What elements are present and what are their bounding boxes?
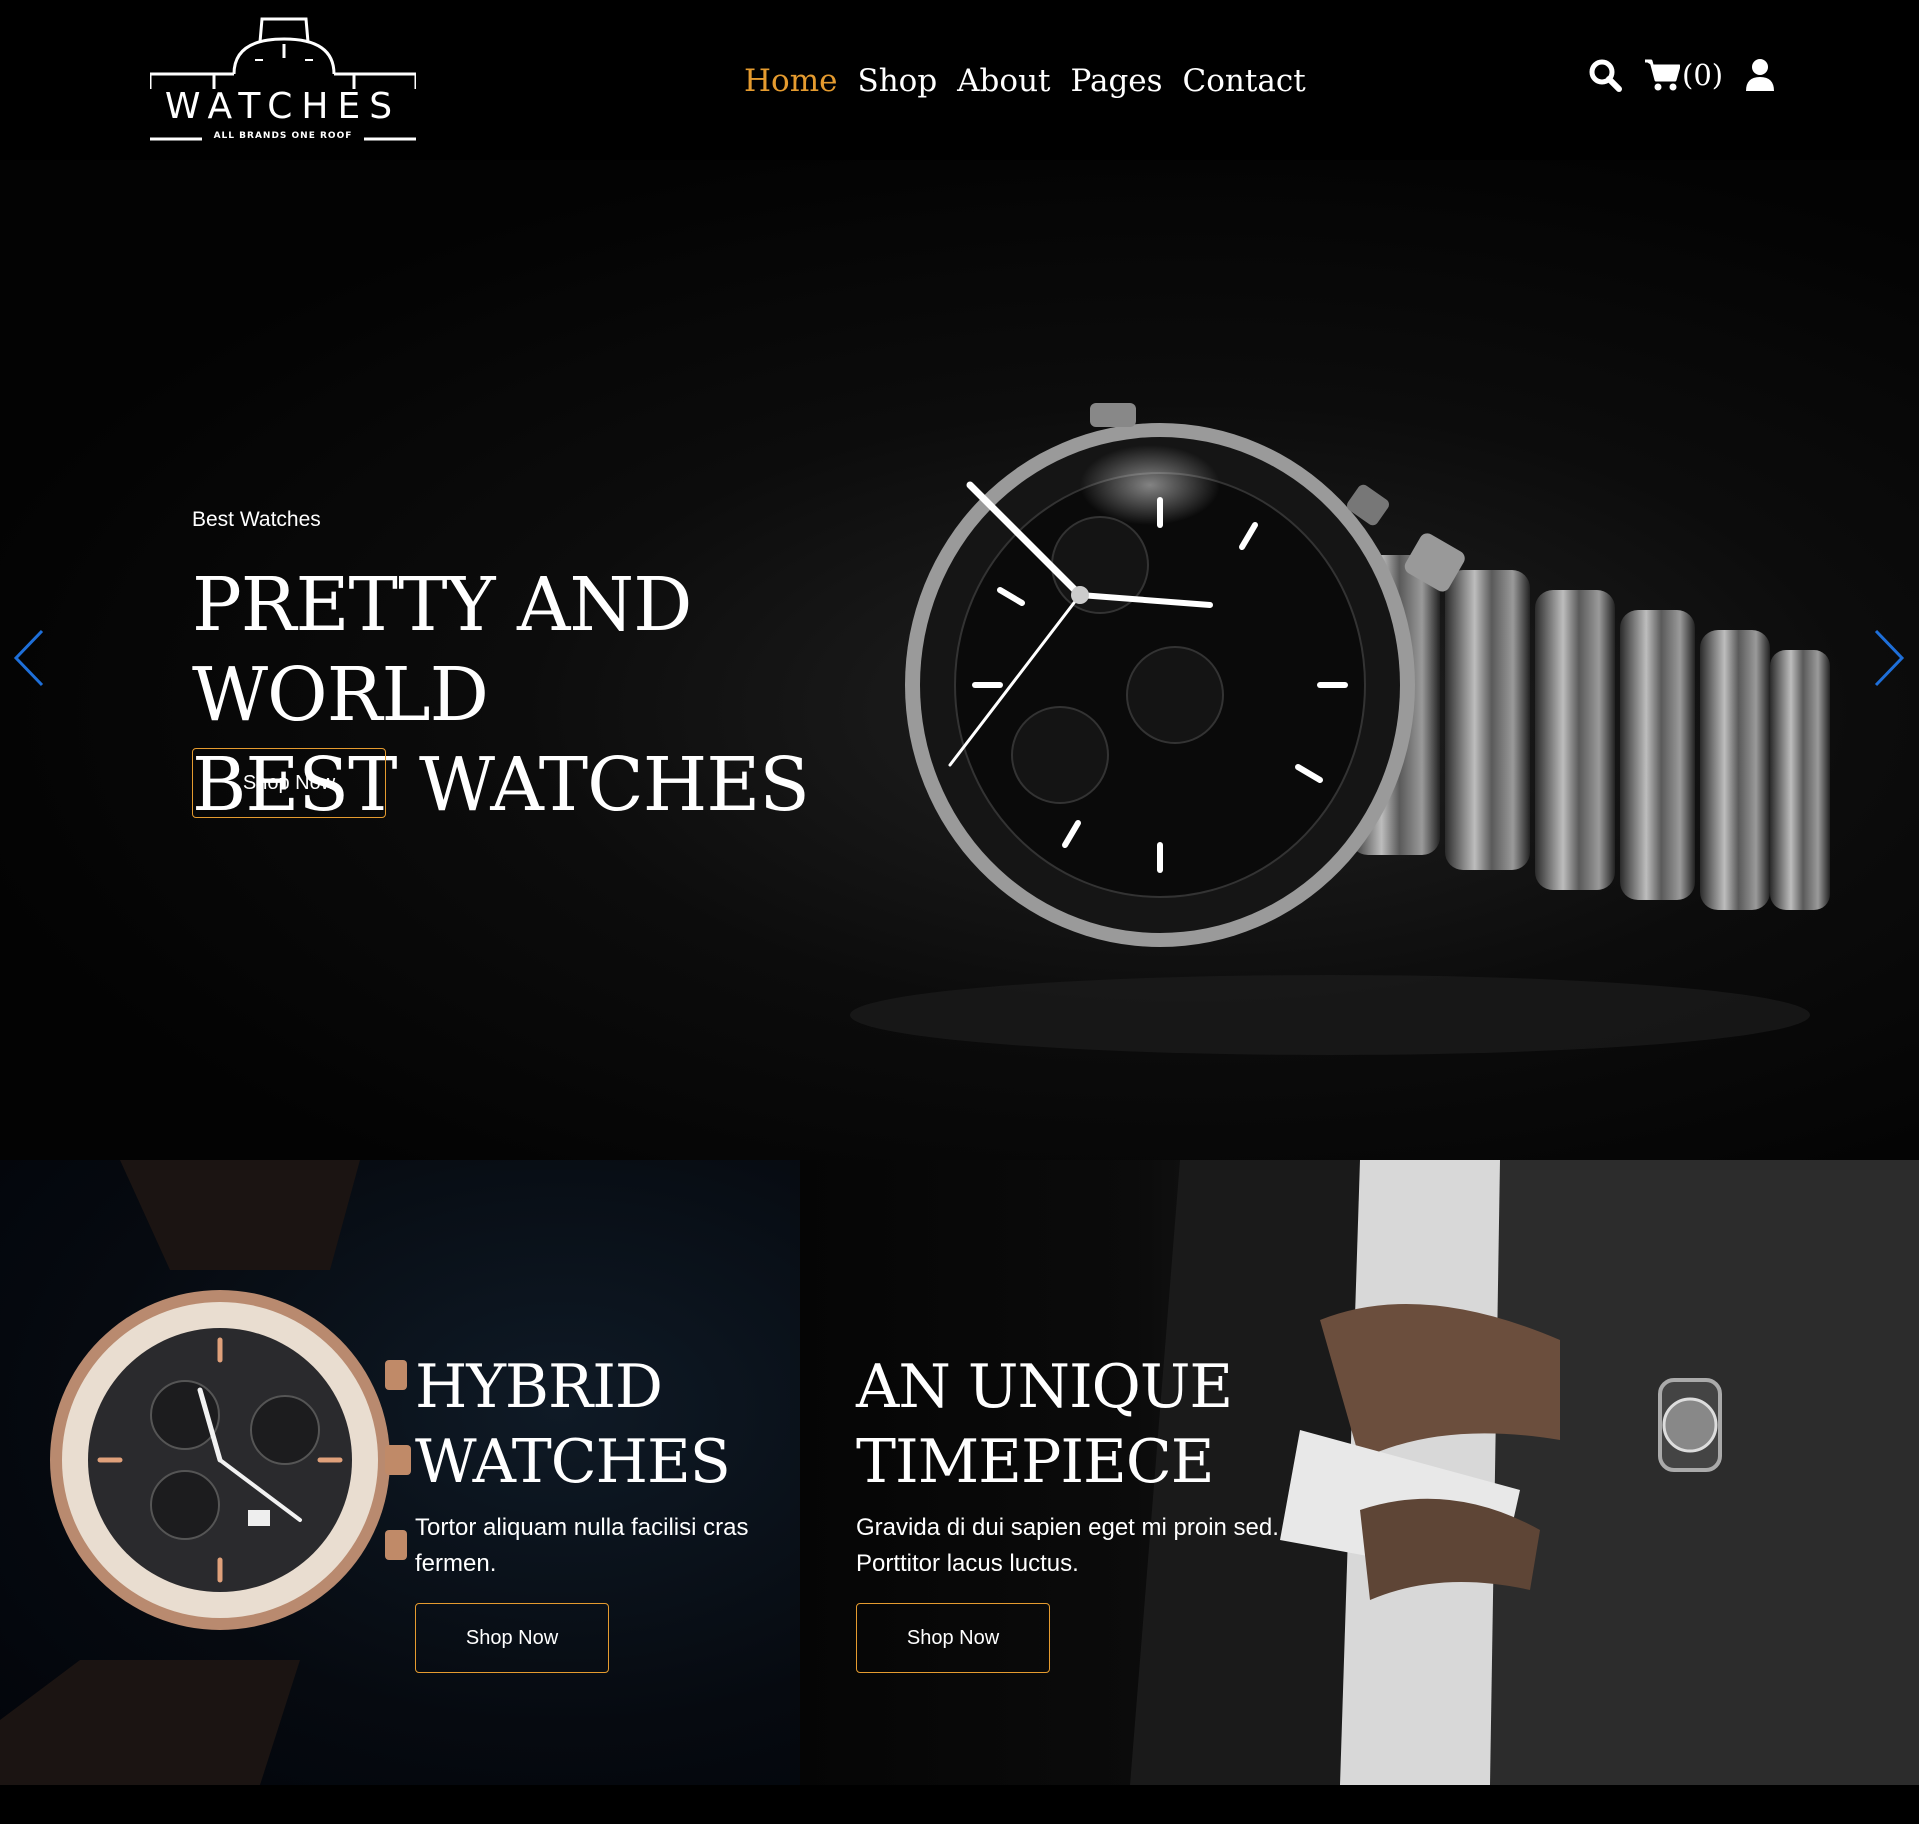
nav-shop[interactable]: Shop (857, 58, 937, 104)
promo-unique-text: Gravida di dui sapien eget mi proin sed.… (856, 1510, 1279, 1582)
logo-wordmark: WATCHES (164, 86, 402, 127)
promo-hybrid-watches: HYBRID WATCHES Tortor aliquam nulla faci… (0, 1160, 800, 1785)
promo-hybrid-title-line-1: HYBRID (415, 1352, 663, 1422)
cart-count: (0) (1682, 58, 1724, 92)
nav-about[interactable]: About (957, 58, 1050, 104)
promo-hybrid-shop-now-button[interactable]: Shop Now (415, 1603, 609, 1673)
promo-unique-shop-now-button[interactable]: Shop Now (856, 1603, 1050, 1673)
hero-title-line-1: PRETTY AND WORLD (192, 562, 693, 738)
slider-next-arrow[interactable] (1872, 628, 1906, 693)
hero-shop-now-button[interactable]: Shop Now (192, 748, 386, 818)
hero-subtitle: Best Watches (192, 508, 321, 531)
slider-prev-arrow[interactable] (12, 628, 46, 693)
promo-hybrid-text: Tortor aliquam nulla facilisi cras ferme… (415, 1510, 748, 1582)
chevron-right-icon (1874, 629, 1905, 687)
promo-hybrid-text-line-2: fermen. (415, 1550, 497, 1577)
hero-watch-image (850, 403, 1830, 1055)
chevron-left-icon (13, 629, 44, 687)
cart-button[interactable]: (0) (1644, 58, 1723, 92)
nav-home[interactable]: Home (744, 58, 837, 104)
main-nav: Home Shop About Pages Contact (744, 58, 1306, 104)
page: WATCHES ALL BRANDS ONE ROOF Home Shop Ab… (0, 0, 1919, 1824)
promo-unique-text-line-1: Gravida di dui sapien eget mi proin sed. (856, 1514, 1279, 1541)
site-logo[interactable]: WATCHES ALL BRANDS ONE ROOF (150, 14, 416, 144)
nav-pages[interactable]: Pages (1071, 58, 1163, 104)
cart-icon (1645, 59, 1680, 91)
promo-hybrid-text-line-1: Tortor aliquam nulla facilisi cras (415, 1514, 749, 1541)
logo-tagline: ALL BRANDS ONE ROOF (213, 131, 353, 141)
promo-unique-title-line-2: TIMEPIECE (856, 1427, 1215, 1497)
promo-hybrid-title-line-2: WATCHES (415, 1427, 731, 1497)
promo-unique-title-line-1: AN UNIQUE (856, 1352, 1233, 1422)
user-icon[interactable] (1745, 58, 1775, 92)
hero-slider: Best Watches PRETTY AND WORLD BEST WATCH… (0, 160, 1919, 1160)
promo-unique-text-line-2: Porttitor lacus luctus. (856, 1550, 1079, 1577)
nav-contact[interactable]: Contact (1183, 58, 1306, 104)
hybrid-watch-image (0, 1160, 411, 1785)
site-header: WATCHES ALL BRANDS ONE ROOF Home Shop Ab… (0, 0, 1919, 160)
header-icons: (0) (1588, 58, 1775, 92)
promo-unique-timepiece: AN UNIQUE TIMEPIECE Gravida di dui sapie… (800, 1160, 1919, 1785)
footer-strip (0, 1785, 1919, 1824)
promo-hybrid-title: HYBRID WATCHES (415, 1350, 731, 1500)
search-icon[interactable] (1588, 58, 1622, 92)
promo-unique-title: AN UNIQUE TIMEPIECE (856, 1350, 1233, 1500)
